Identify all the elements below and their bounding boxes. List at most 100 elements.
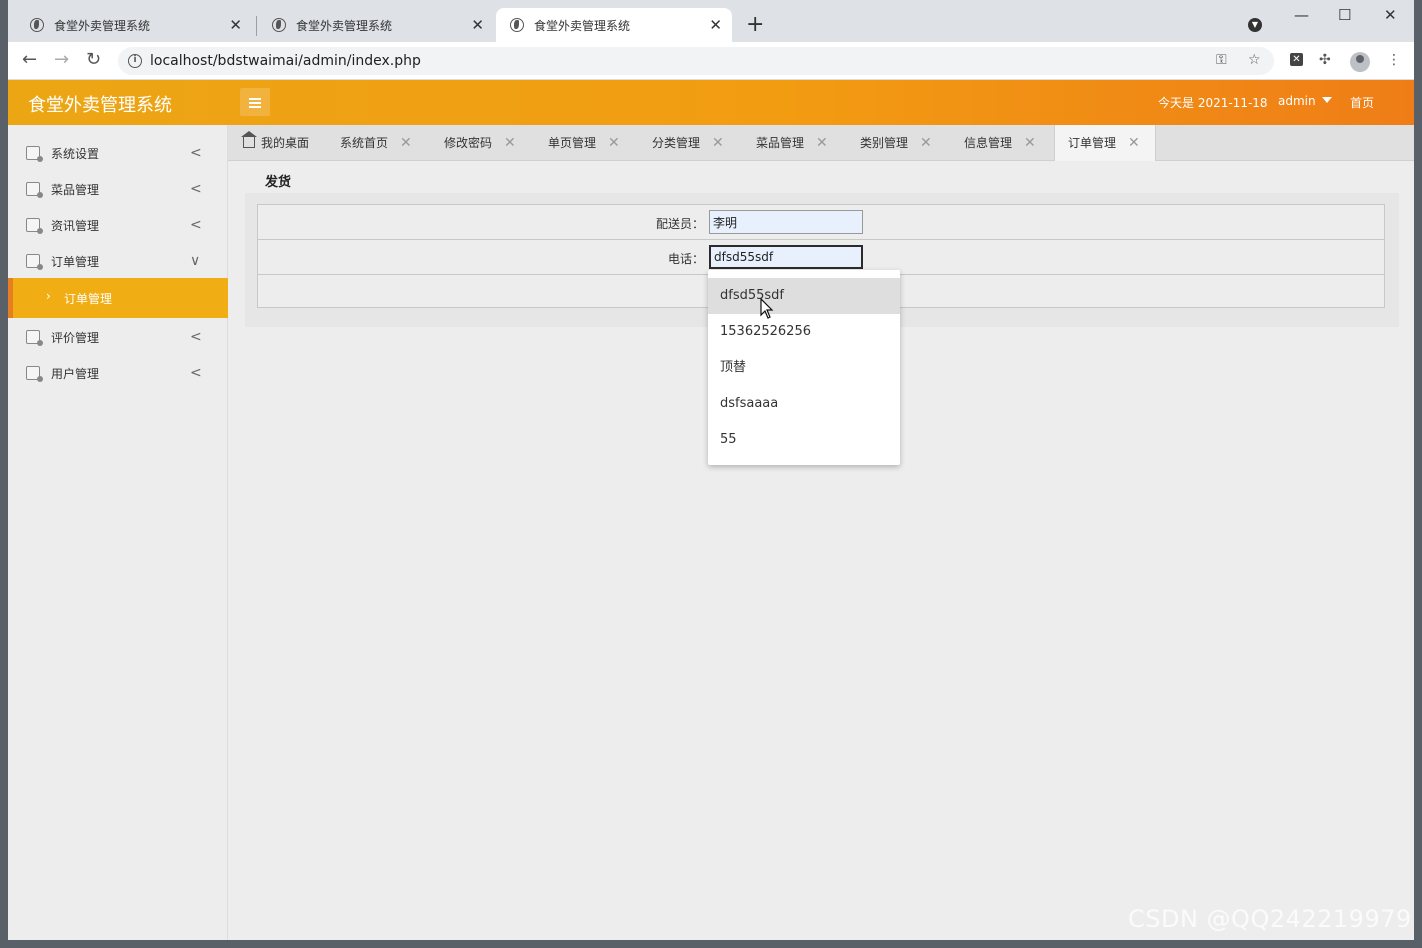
tab-label: 分类管理 [652, 136, 701, 150]
app-header: 食堂外卖管理系统 今天是 2021-11-18 admin 首页 [8, 80, 1414, 125]
info-icon[interactable]: i [128, 54, 142, 68]
tab-label: 订单管理 [1068, 136, 1117, 150]
browser-tabstrip: 食堂外卖管理系统 ✕ 食堂外卖管理系统 ✕ 食堂外卖管理系统 ✕ + ▼ — ☐… [8, 0, 1414, 42]
close-icon[interactable]: ✕ [816, 125, 828, 161]
extensions-icon[interactable]: ✣ [1319, 52, 1331, 68]
close-icon[interactable]: ✕ [1128, 125, 1140, 161]
sidebar: 系统设置 < 菜品管理 < 资讯管理 < 订单管理 ∨ › 订单管理 评价管理 … [8, 125, 228, 940]
tab-label: 修改密码 [444, 136, 493, 150]
module-icon [26, 218, 43, 234]
reload-icon[interactable]: ↻ [86, 50, 101, 70]
close-icon[interactable]: ✕ [709, 16, 722, 34]
sidebar-item-system-settings[interactable]: 系统设置 < [8, 135, 228, 171]
page-tabs: 我的桌面 系统首页 ✕ 修改密码 ✕ 单页管理 ✕ 分类管理 ✕ 菜品管理 ✕ 类别管理 ✕… [228, 125, 1414, 161]
sidebar-item-label: 订单管理 [51, 254, 100, 269]
forward-icon[interactable]: → [54, 50, 69, 70]
back-icon[interactable]: ← [22, 50, 37, 70]
autocomplete-dropdown: dfsd55sdf 15362526256 顶替 dsfsaaaa 55 [708, 270, 900, 465]
globe-icon [510, 18, 524, 32]
extension-x-icon[interactable]: ✕ [1290, 53, 1303, 66]
tab-divider [256, 16, 257, 36]
module-icon [26, 254, 43, 270]
browser-window: 食堂外卖管理系统 ✕ 食堂外卖管理系统 ✕ 食堂外卖管理系统 ✕ + ▼ — ☐… [8, 0, 1414, 940]
courier-input[interactable] [709, 210, 863, 234]
watermark: CSDN @QQ242219979 [1128, 905, 1412, 933]
sidebar-subitem-label: 订单管理 [64, 292, 113, 306]
tab-label: 我的桌面 [261, 136, 310, 150]
sidebar-item-orders[interactable]: 订单管理 ∨ [8, 243, 228, 279]
browser-tab[interactable]: 食堂外卖管理系统 ✕ [258, 8, 494, 42]
tab-label: 系统首页 [340, 136, 389, 150]
sidebar-subitem-orders[interactable]: › 订单管理 [8, 278, 228, 318]
sidebar-item-label: 资讯管理 [51, 218, 100, 233]
close-icon[interactable]: ✕ [504, 125, 516, 161]
chevron-down-icon: ∨ [190, 253, 201, 269]
sidebar-item-label: 用户管理 [51, 366, 100, 381]
tab-label: 菜品管理 [756, 136, 805, 150]
browser-tab-title: 食堂外卖管理系统 [296, 18, 393, 33]
profile-avatar[interactable] [1350, 52, 1370, 72]
tab-system-home[interactable]: 系统首页 ✕ [340, 125, 436, 161]
address-bar[interactable]: i localhost/bdstwaimai/admin/index.php ⚿… [118, 47, 1274, 75]
sidebar-item-news[interactable]: 资讯管理 < [8, 207, 228, 243]
module-icon [26, 366, 43, 382]
star-icon[interactable]: ☆ [1248, 52, 1261, 68]
maximize-icon[interactable]: ☐ [1338, 6, 1351, 24]
window-close-icon[interactable]: ✕ [1384, 6, 1397, 24]
close-icon[interactable]: ✕ [712, 125, 724, 161]
sidebar-item-users[interactable]: 用户管理 < [8, 355, 228, 391]
user-menu[interactable]: admin [1278, 94, 1332, 108]
close-icon[interactable]: ✕ [608, 125, 620, 161]
tab-change-password[interactable]: 修改密码 ✕ [444, 125, 540, 161]
tab-label: 类别管理 [860, 136, 909, 150]
autocomplete-option[interactable]: dfsd55sdf [708, 278, 900, 314]
module-icon [26, 182, 43, 198]
tab-orders[interactable]: 订单管理 ✕ [1054, 125, 1156, 161]
minimize-icon[interactable]: — [1294, 6, 1309, 24]
browser-tab-active[interactable]: 食堂外卖管理系统 ✕ [496, 8, 732, 42]
chevron-right-icon: › [46, 289, 51, 303]
close-icon[interactable]: ✕ [920, 125, 932, 161]
globe-icon [272, 18, 286, 32]
sidebar-item-label: 评价管理 [51, 330, 100, 345]
key-icon[interactable]: ⚿ [1216, 52, 1227, 68]
autocomplete-option[interactable]: dsfsaaaa [708, 386, 900, 422]
browser-tab-title: 食堂外卖管理系统 [54, 18, 151, 33]
autocomplete-option[interactable]: 55 [708, 422, 900, 458]
mouse-cursor-icon [760, 298, 774, 319]
new-tab-button[interactable]: + [746, 12, 764, 38]
sidebar-item-dishes[interactable]: 菜品管理 < [8, 171, 228, 207]
app-title: 食堂外卖管理系统 [28, 95, 172, 116]
sidebar-item-label: 菜品管理 [51, 182, 100, 197]
chevron-left-icon: < [190, 145, 202, 161]
tab-label: 单页管理 [548, 136, 597, 150]
close-icon[interactable]: ✕ [229, 16, 242, 34]
browser-tab[interactable]: 食堂外卖管理系统 ✕ [16, 8, 252, 42]
close-icon[interactable]: ✕ [1024, 125, 1036, 161]
form-row-courier: 配送员： [258, 205, 1384, 240]
menu-dots-icon[interactable]: ⋮ [1387, 52, 1401, 68]
tab-types[interactable]: 类别管理 ✕ [860, 125, 956, 161]
autocomplete-option[interactable]: 15362526256 [708, 314, 900, 350]
sidebar-item-reviews[interactable]: 评价管理 < [8, 319, 228, 355]
close-icon[interactable]: ✕ [400, 125, 412, 161]
tab-single-page[interactable]: 单页管理 ✕ [548, 125, 644, 161]
home-icon [241, 131, 257, 148]
close-icon[interactable]: ✕ [471, 16, 484, 34]
section-title: 发货 [265, 175, 292, 190]
module-icon [26, 330, 43, 346]
hamburger-icon[interactable] [240, 88, 270, 116]
phone-label: 电话： [667, 252, 704, 266]
tab-my-desktop[interactable]: 我的桌面 [241, 125, 329, 161]
tab-dishes[interactable]: 菜品管理 ✕ [756, 125, 852, 161]
courier-label: 配送员： [655, 217, 704, 231]
globe-icon [30, 18, 44, 32]
chevron-left-icon: < [190, 217, 202, 233]
tab-categories[interactable]: 分类管理 ✕ [652, 125, 748, 161]
phone-input[interactable] [709, 245, 863, 269]
autocomplete-option[interactable]: 顶替 [708, 350, 900, 386]
tab-info[interactable]: 信息管理 ✕ [964, 125, 1060, 161]
home-link[interactable]: 首页 [1350, 94, 1374, 111]
tab-search-icon[interactable]: ▼ [1248, 18, 1262, 32]
chevron-left-icon: < [190, 329, 202, 345]
